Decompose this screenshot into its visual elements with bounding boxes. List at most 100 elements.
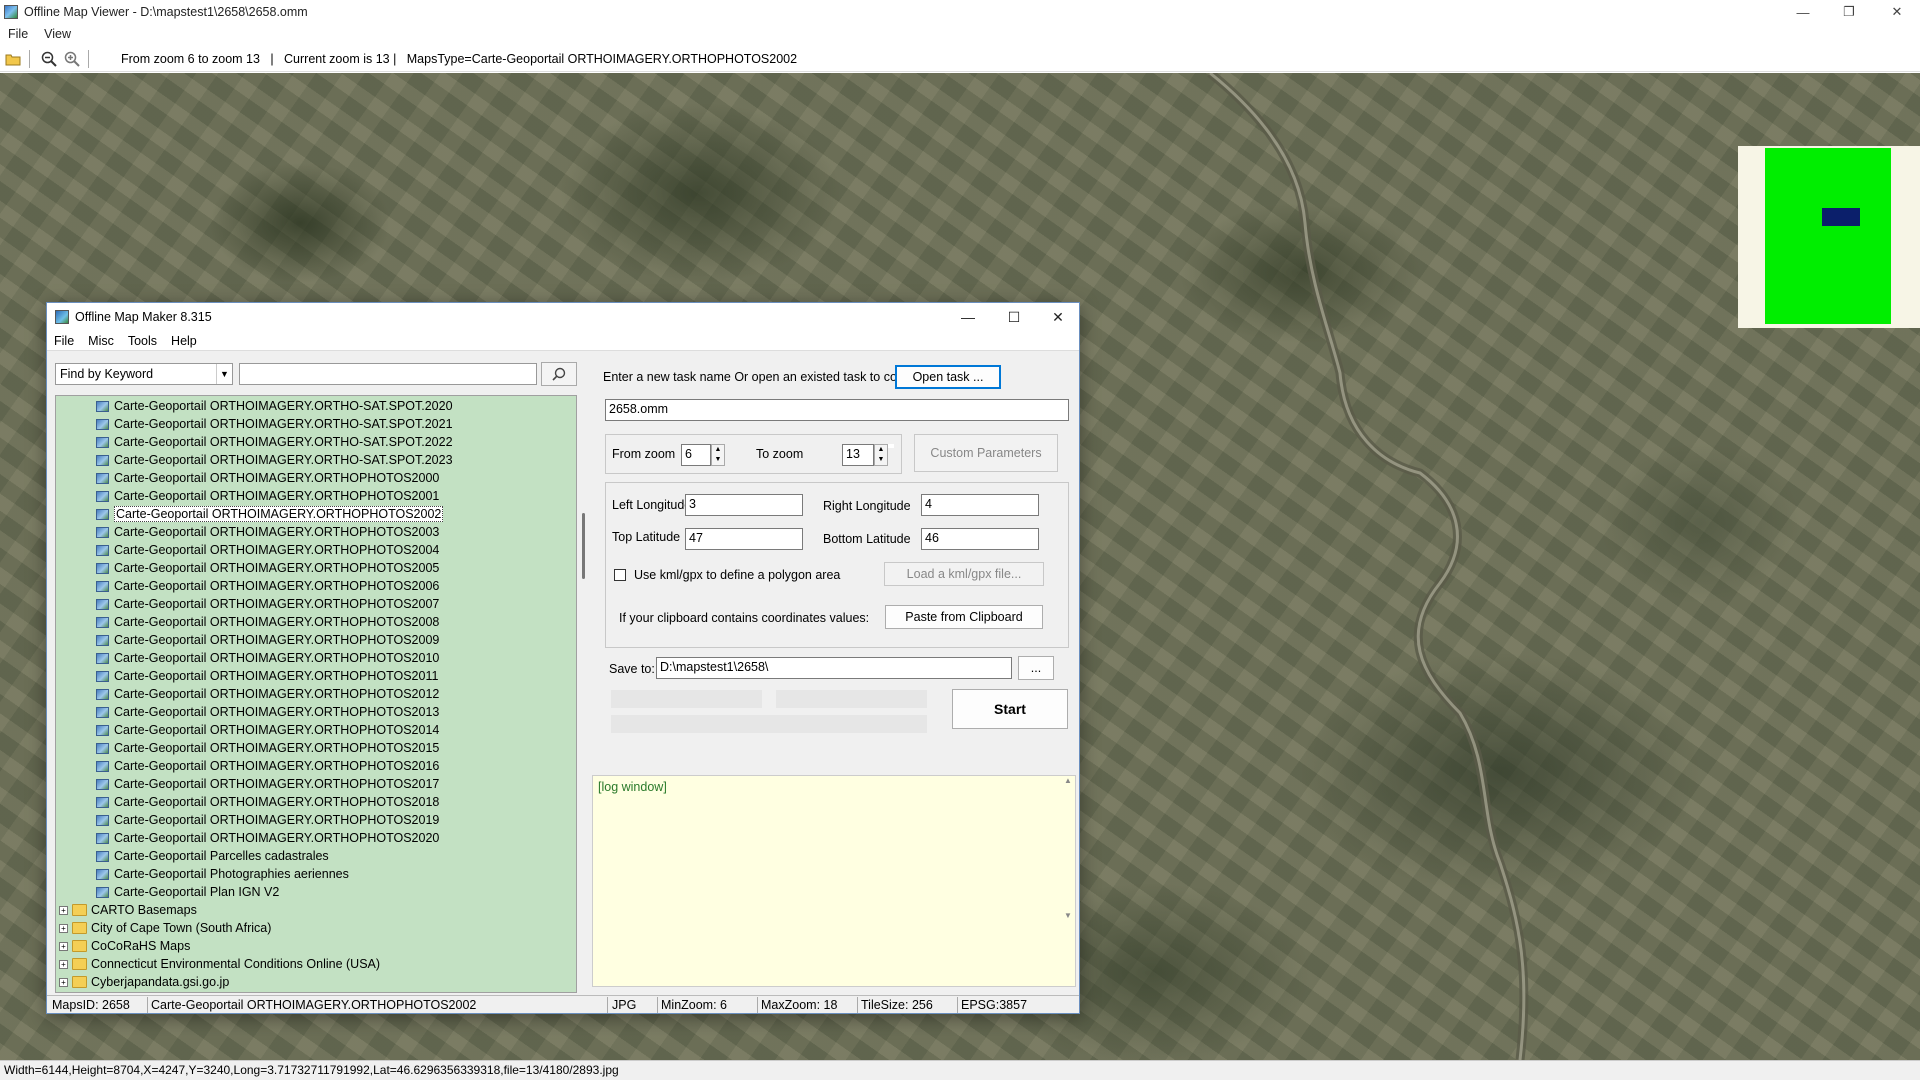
tree-map-item[interactable]: Carte-Geoportail Plan IGN V2 — [96, 883, 279, 901]
tree-map-item[interactable]: Carte-Geoportail ORTHOIMAGERY.ORTHOPHOTO… — [96, 595, 439, 613]
stepper-down-icon[interactable]: ▼ — [875, 455, 887, 465]
load-kml-button[interactable]: Load a kml/gpx file... — [884, 562, 1044, 586]
tree-map-item[interactable]: Carte-Geoportail ORTHOIMAGERY.ORTHO-SAT.… — [96, 433, 453, 451]
tree-map-item[interactable]: Carte-Geoportail ORTHOIMAGERY.ORTHOPHOTO… — [96, 793, 439, 811]
from-zoom-input[interactable]: 6 — [681, 444, 711, 466]
map-icon — [96, 850, 109, 862]
tree-map-item[interactable]: Carte-Geoportail ORTHOIMAGERY.ORTHOPHOTO… — [96, 649, 439, 667]
find-mode-select[interactable]: Find by Keyword ▼ — [55, 363, 233, 385]
map-icon — [96, 670, 109, 682]
expand-icon[interactable]: + — [59, 905, 68, 915]
to-zoom-input[interactable]: 13 — [842, 444, 874, 466]
task-name-input[interactable]: 2658.omm — [605, 399, 1069, 421]
tree-map-item[interactable]: Carte-Geoportail ORTHOIMAGERY.ORTHOPHOTO… — [96, 523, 439, 541]
zoom-out-icon[interactable] — [39, 49, 59, 69]
log-window[interactable]: [log window] ▲ ▼ — [592, 775, 1076, 987]
tree-map-item[interactable]: Carte-Geoportail ORTHOIMAGERY.ORTHOPHOTO… — [96, 487, 439, 505]
expand-icon[interactable]: + — [59, 977, 68, 987]
tree-folder-item[interactable]: + CoCoRaHS Maps — [59, 937, 190, 955]
tree-folder-item[interactable]: + Cyberjapandata.gsi.go.jp — [59, 973, 229, 991]
tree-map-item[interactable]: Carte-Geoportail ORTHOIMAGERY.ORTHOPHOTO… — [96, 577, 439, 595]
map-icon — [96, 400, 109, 412]
tree-folder-item[interactable]: + Connecticut Environmental Conditions On… — [59, 955, 380, 973]
dialog-maximize-button[interactable]: ☐ — [991, 303, 1037, 331]
stepper-down-icon[interactable]: ▼ — [712, 455, 724, 465]
tree-map-item[interactable]: Carte-Geoportail ORTHOIMAGERY.ORTHOPHOTO… — [96, 775, 439, 793]
tree-map-item[interactable]: Carte-Geoportail ORTHOIMAGERY.ORTHOPHOTO… — [96, 613, 439, 631]
outer-menu-bar: File View — [0, 24, 1920, 44]
bottom-latitude-input[interactable]: 46 — [921, 528, 1039, 550]
spacer — [888, 444, 894, 448]
expand-icon[interactable]: + — [59, 941, 68, 951]
tree-map-item[interactable]: Carte-Geoportail ORTHOIMAGERY.ORTHOPHOTO… — [96, 541, 439, 559]
overview-minimap[interactable] — [1738, 146, 1920, 328]
paste-clipboard-button[interactable]: Paste from Clipboard — [885, 605, 1043, 629]
map-tree[interactable]: Carte-Geoportail ORTHOIMAGERY.ORTHO-SAT.… — [55, 395, 577, 993]
scrollbar-thumb[interactable] — [582, 513, 585, 579]
tree-map-item[interactable]: Carte-Geoportail ORTHOIMAGERY.ORTHOPHOTO… — [96, 469, 439, 487]
tree-item-label: Carte-Geoportail ORTHOIMAGERY.ORTHOPHOTO… — [114, 506, 444, 522]
zoom-in-icon[interactable] — [62, 49, 82, 69]
custom-parameters-button[interactable]: Custom Parameters — [914, 434, 1058, 472]
tree-map-item[interactable]: Carte-Geoportail ORTHOIMAGERY.ORTHOPHOTO… — [96, 703, 439, 721]
stepper-up-icon[interactable]: ▲ — [875, 445, 887, 455]
stepper-up-icon[interactable]: ▲ — [712, 445, 724, 455]
overview-viewport-marker[interactable] — [1822, 208, 1860, 226]
dialog-close-button[interactable]: ✕ — [1035, 303, 1081, 331]
open-task-button[interactable]: Open task ... — [895, 365, 1001, 389]
folder-icon — [72, 904, 87, 916]
tree-map-item[interactable]: Carte-Geoportail ORTHOIMAGERY.ORTHO-SAT.… — [96, 451, 453, 469]
right-longitude-input[interactable]: 4 — [921, 494, 1039, 516]
tree-map-item[interactable]: Carte-Geoportail ORTHOIMAGERY.ORTHOPHOTO… — [96, 505, 444, 523]
dialog-menu-misc[interactable]: Misc — [81, 334, 121, 348]
right-longitude-label: Right Longitude — [823, 499, 911, 513]
tree-map-item[interactable]: Carte-Geoportail Parcelles cadastrales — [96, 847, 329, 865]
tree-map-item[interactable]: Carte-Geoportail ORTHOIMAGERY.ORTHOPHOTO… — [96, 667, 438, 685]
tree-map-item[interactable]: Carte-Geoportail Photographies aeriennes — [96, 865, 349, 883]
tree-map-item[interactable]: Carte-Geoportail ORTHOIMAGERY.ORTHOPHOTO… — [96, 829, 439, 847]
tree-map-item[interactable]: Carte-Geoportail ORTHOIMAGERY.ORTHOPHOTO… — [96, 559, 439, 577]
dialog-minimize-button[interactable]: — — [945, 303, 991, 331]
tree-map-item[interactable]: Carte-Geoportail ORTHOIMAGERY.ORTHOPHOTO… — [96, 631, 439, 649]
tree-folder-item[interactable]: + City of Cape Town (South Africa) — [59, 919, 271, 937]
maximize-button[interactable]: ❐ — [1826, 0, 1872, 24]
tree-map-item[interactable]: Carte-Geoportail ORTHOIMAGERY.ORTHOPHOTO… — [96, 739, 439, 757]
open-folder-icon[interactable] — [3, 49, 23, 69]
tree-folder-item[interactable]: + CARTO Basemaps — [59, 901, 197, 919]
log-scrollbar[interactable]: ▲ ▼ — [1061, 776, 1075, 986]
bottom-latitude-label: Bottom Latitude — [823, 532, 911, 546]
expand-icon[interactable]: + — [59, 959, 68, 969]
outer-status-bar: Width=6144,Height=8704,X=4247,Y=3240,Lon… — [0, 1060, 1920, 1080]
tree-item-label: Carte-Geoportail Parcelles cadastrales — [114, 849, 329, 863]
from-zoom-stepper[interactable]: ▲ ▼ — [711, 444, 725, 466]
tree-item-label: Carte-Geoportail ORTHOIMAGERY.ORTHOPHOTO… — [114, 543, 440, 557]
expand-icon[interactable]: + — [59, 923, 68, 933]
menu-file[interactable]: File — [0, 27, 36, 41]
tree-map-item[interactable]: Carte-Geoportail ORTHOIMAGERY.ORTHOPHOTO… — [96, 757, 439, 775]
search-input[interactable] — [239, 363, 537, 385]
close-button[interactable]: ✕ — [1874, 0, 1920, 24]
top-latitude-input[interactable]: 47 — [685, 528, 803, 550]
tree-map-item[interactable]: Carte-Geoportail ORTHOIMAGERY.ORTHOPHOTO… — [96, 811, 439, 829]
dialog-menu-help[interactable]: Help — [164, 334, 204, 348]
save-path-input[interactable]: D:\mapstest1\2658\ — [656, 657, 1012, 679]
browse-button[interactable]: ... — [1018, 656, 1054, 680]
clipboard-prompt: If your clipboard contains coordinates v… — [619, 611, 870, 625]
minimize-button[interactable]: — — [1780, 0, 1826, 24]
search-button[interactable] — [541, 362, 577, 386]
tree-map-item[interactable]: Carte-Geoportail ORTHOIMAGERY.ORTHOPHOTO… — [96, 685, 439, 703]
map-icon — [96, 634, 109, 646]
left-longitude-input[interactable]: 3 — [685, 494, 803, 516]
dialog-title: Offline Map Maker 8.315 — [75, 310, 212, 324]
dialog-menu-file[interactable]: File — [47, 334, 81, 348]
to-zoom-stepper[interactable]: ▲ ▼ — [874, 444, 888, 466]
dialog-menu-tools[interactable]: Tools — [121, 334, 164, 348]
tree-item-label: Carte-Geoportail ORTHOIMAGERY.ORTHOPHOTO… — [114, 741, 440, 755]
tree-map-item[interactable]: Carte-Geoportail ORTHOIMAGERY.ORTHOPHOTO… — [96, 721, 439, 739]
start-button[interactable]: Start — [952, 689, 1068, 729]
tree-map-item[interactable]: Carte-Geoportail ORTHOIMAGERY.ORTHO-SAT.… — [96, 415, 453, 433]
menu-view[interactable]: View — [36, 27, 79, 41]
kml-polygon-checkbox[interactable] — [614, 569, 626, 581]
tree-scrollbar[interactable] — [579, 395, 589, 993]
tree-map-item[interactable]: Carte-Geoportail ORTHOIMAGERY.ORTHO-SAT.… — [96, 397, 453, 415]
